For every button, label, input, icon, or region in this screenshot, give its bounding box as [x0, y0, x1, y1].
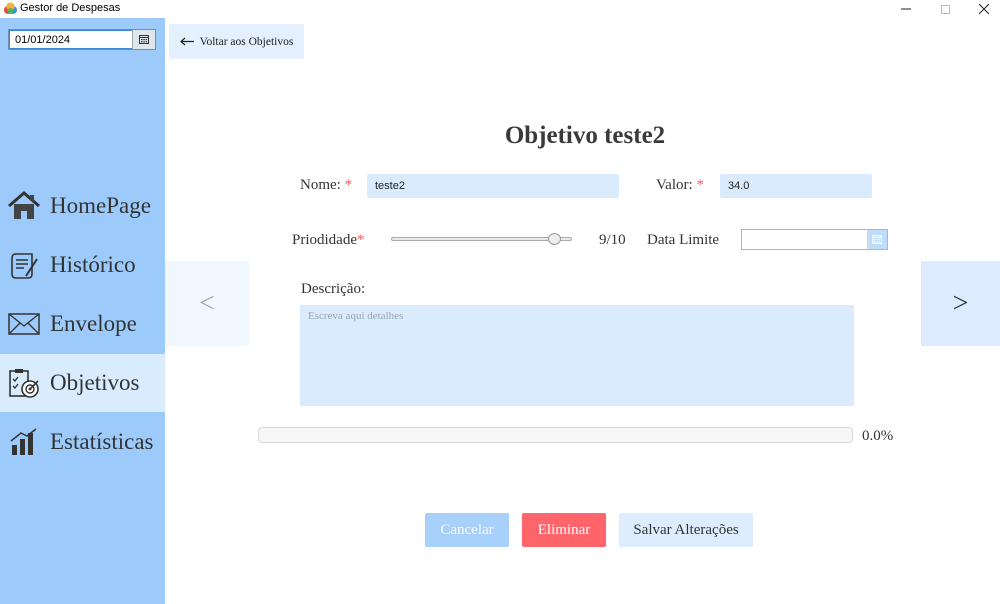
- required-mark: *: [344, 177, 353, 193]
- home-icon: [7, 189, 41, 223]
- priority-label: Priodidade*: [292, 232, 365, 249]
- required-mark: *: [696, 177, 704, 193]
- deadline-label: Data Limite: [647, 232, 720, 248]
- calendar-icon: [139, 35, 149, 44]
- goals-target-icon: [7, 366, 41, 400]
- back-to-goals-button[interactable]: Voltar aos Objetivos: [169, 24, 304, 59]
- cancel-button[interactable]: Cancelar: [425, 513, 509, 547]
- next-goal-button[interactable]: >: [921, 261, 1000, 346]
- deadline-calendar-button[interactable]: [867, 230, 887, 249]
- required-mark: *: [357, 232, 365, 248]
- sidebar-item-historico[interactable]: Histórico: [0, 236, 165, 294]
- close-icon: [979, 4, 989, 14]
- name-label-text: Nome:: [300, 177, 341, 193]
- name-label: Nome: *: [300, 177, 352, 194]
- description-label: Descrição:: [301, 281, 366, 297]
- chevron-left-icon: <: [199, 287, 215, 319]
- save-changes-button[interactable]: Salvar Alterações: [619, 513, 753, 547]
- sidebar-item-label: Envelope: [50, 311, 137, 336]
- minimize-icon: [901, 8, 911, 10]
- close-button[interactable]: [966, 0, 1000, 18]
- description-field[interactable]: [300, 305, 854, 406]
- name-field[interactable]: [367, 174, 619, 198]
- value-field[interactable]: [720, 174, 872, 198]
- delete-button[interactable]: Eliminar: [522, 513, 606, 547]
- sidebar-item-label: Objetivos: [50, 370, 140, 395]
- maximize-button[interactable]: [927, 0, 963, 18]
- app-logo-icon: [4, 2, 17, 14]
- previous-goal-button[interactable]: <: [165, 261, 249, 346]
- calendar-icon: [872, 235, 882, 244]
- sidebar-date-input[interactable]: [9, 30, 133, 49]
- priority-slider-track[interactable]: [391, 237, 572, 241]
- page-title: Objetivo teste2: [504, 122, 666, 149]
- priority-label-text: Priodidade: [292, 232, 357, 248]
- deadline-date-picker[interactable]: [741, 229, 888, 250]
- value-label-text: Valor:: [656, 177, 693, 193]
- sidebar-item-objetivos[interactable]: Objetivos: [0, 354, 165, 412]
- goal-progress-bar: [258, 427, 853, 443]
- chevron-right-icon: >: [952, 287, 969, 319]
- sidebar-item-envelope[interactable]: Envelope: [0, 295, 165, 353]
- arrow-left-icon: [179, 37, 194, 46]
- progress-percent: 0.0%: [862, 428, 894, 444]
- priority-slider-thumb[interactable]: [548, 233, 562, 245]
- sidebar-item-estatisticas[interactable]: Estatísticas: [0, 413, 165, 471]
- back-button-label: Voltar aos Objetivos: [199, 35, 294, 48]
- value-label: Valor: *: [656, 177, 704, 194]
- sidebar-item-label: Estatísticas: [50, 429, 154, 454]
- priority-value: 9/10: [599, 232, 626, 248]
- calendar-button[interactable]: [132, 30, 155, 49]
- envelope-icon: [7, 307, 41, 341]
- title-bar: Gestor de Despesas: [0, 0, 1000, 18]
- bar-chart-icon: [7, 425, 41, 459]
- window-title: Gestor de Despesas: [20, 2, 121, 14]
- minimize-button[interactable]: [888, 0, 924, 18]
- sidebar: HomePage Histórico Envelope Objetivos Es…: [0, 18, 165, 604]
- sidebar-item-label: HomePage: [50, 193, 151, 218]
- sidebar-date-picker: [8, 29, 156, 50]
- history-scroll-icon: [7, 248, 41, 282]
- sidebar-item-homepage[interactable]: HomePage: [0, 177, 165, 235]
- sidebar-item-label: Histórico: [50, 252, 136, 277]
- maximize-icon: [940, 4, 950, 14]
